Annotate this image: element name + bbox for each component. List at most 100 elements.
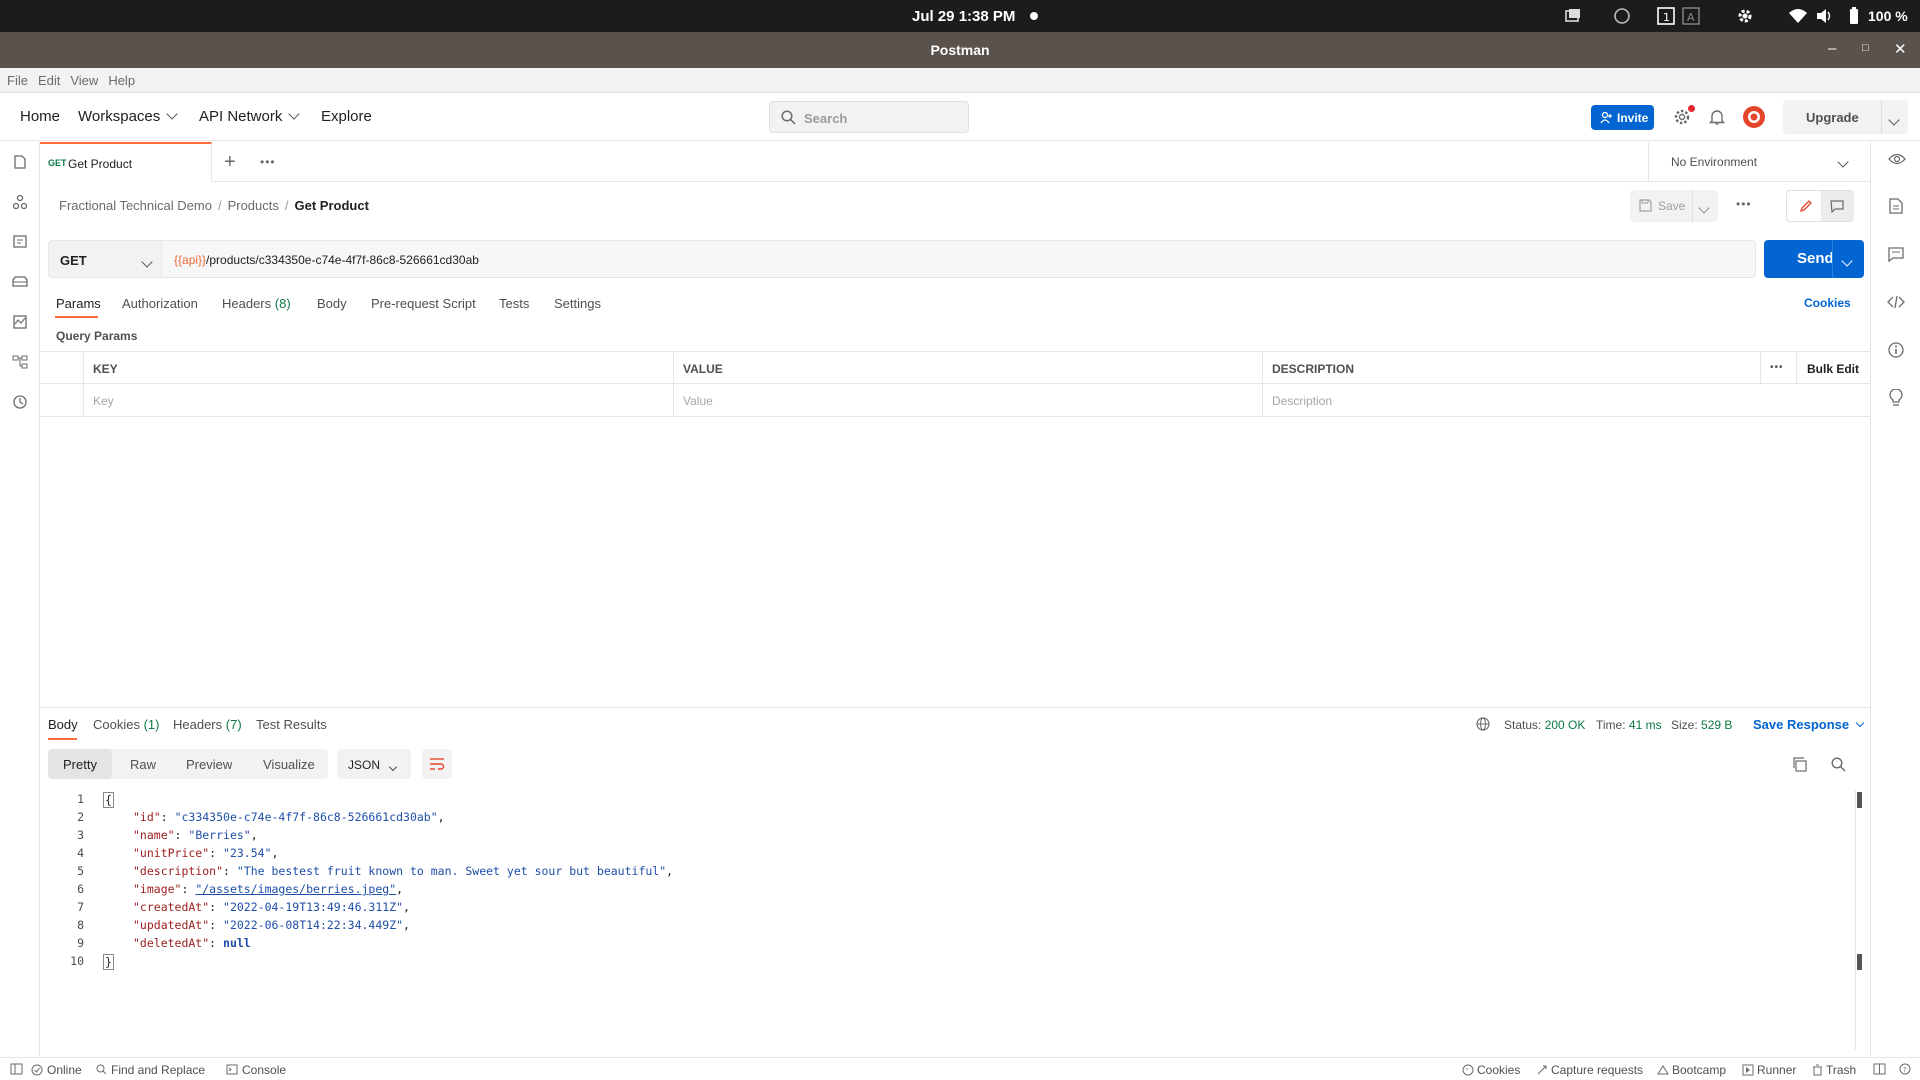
format-pretty[interactable]: Pretty xyxy=(63,749,97,779)
minimize-icon[interactable]: – xyxy=(1828,40,1836,57)
scrollbar-marker[interactable] xyxy=(1857,792,1862,808)
workspace-1-icon[interactable]: 1 xyxy=(1657,7,1675,25)
format-visualize[interactable]: Visualize xyxy=(263,749,315,779)
settings-gear-icon[interactable] xyxy=(1736,7,1754,25)
cookies-link[interactable]: Cookies xyxy=(1804,296,1851,310)
close-icon[interactable]: ✕ xyxy=(1894,40,1907,58)
avatar[interactable] xyxy=(1742,105,1766,129)
bootcamp[interactable]: Bootcamp xyxy=(1657,1063,1726,1077)
apis-icon[interactable] xyxy=(12,194,28,210)
runner[interactable]: Runner xyxy=(1742,1063,1796,1077)
response-tab-cookies[interactable]: Cookies (1) xyxy=(93,717,159,732)
invite-button[interactable]: Invite xyxy=(1591,105,1654,130)
history-icon[interactable] xyxy=(12,394,28,410)
upgrade-button[interactable]: Upgrade xyxy=(1783,100,1908,134)
breadcrumb-request[interactable]: Get Product xyxy=(295,198,369,213)
send-button[interactable]: Send xyxy=(1764,240,1864,278)
tab-headers[interactable]: Headers (8) xyxy=(222,296,291,311)
nav-workspaces[interactable]: Workspaces xyxy=(78,108,178,125)
capture-requests[interactable]: Capture requests xyxy=(1536,1063,1643,1077)
language-select[interactable]: JSON xyxy=(337,749,411,779)
comments-icon[interactable] xyxy=(1888,246,1904,262)
tab-prerequest-script[interactable]: Pre-request Script xyxy=(371,296,476,311)
environment-selector[interactable]: No Environment xyxy=(1648,142,1870,182)
save-response-button[interactable]: Save Response xyxy=(1753,717,1865,732)
wrap-lines-button[interactable] xyxy=(422,749,452,779)
window-switcher-icon[interactable] xyxy=(1564,7,1582,25)
find-replace[interactable]: Find and Replace xyxy=(96,1063,205,1077)
console[interactable]: Console xyxy=(226,1063,286,1077)
tab-settings[interactable]: Settings xyxy=(554,296,601,311)
edit-pencil-icon[interactable] xyxy=(1799,199,1813,213)
nav-explore[interactable]: Explore xyxy=(321,108,372,125)
more-tabs-icon[interactable]: ••• xyxy=(260,155,276,169)
mock-servers-icon[interactable] xyxy=(11,274,29,290)
search-icon[interactable] xyxy=(1831,757,1846,772)
method-select[interactable]: GET xyxy=(48,240,162,278)
response-status[interactable]: Status: 200 OK xyxy=(1504,718,1585,732)
maximize-icon[interactable]: □ xyxy=(1862,42,1869,54)
documentation-icon[interactable] xyxy=(1889,198,1903,214)
menu-view[interactable]: View xyxy=(70,73,98,88)
collections-icon[interactable] xyxy=(12,154,28,170)
globe-icon[interactable] xyxy=(1476,717,1490,731)
value-input[interactable]: Value xyxy=(674,384,1263,417)
menu-edit[interactable]: Edit xyxy=(38,73,60,88)
pane-divider[interactable] xyxy=(40,707,1870,708)
bulk-edit-button[interactable]: Bulk Edit xyxy=(1807,362,1859,376)
eye-icon[interactable] xyxy=(1888,152,1906,166)
flows-icon[interactable] xyxy=(12,354,28,370)
nav-home[interactable]: Home xyxy=(20,108,60,125)
breadcrumb-collection[interactable]: Fractional Technical Demo xyxy=(59,198,212,213)
key-input[interactable]: Key xyxy=(84,384,674,417)
chevron-down-icon[interactable] xyxy=(1888,114,1900,126)
wifi-icon[interactable] xyxy=(1788,7,1808,25)
description-input[interactable]: Description xyxy=(1263,384,1870,417)
search-input[interactable]: Search xyxy=(769,101,969,133)
format-raw[interactable]: Raw xyxy=(130,749,156,779)
layout-two-pane-icon[interactable] xyxy=(1873,1063,1886,1075)
keyboard-layout-icon[interactable]: A xyxy=(1682,7,1700,25)
tab-params[interactable]: Params xyxy=(56,296,101,311)
tab-authorization[interactable]: Authorization xyxy=(122,296,198,311)
save-button[interactable]: Save xyxy=(1630,190,1718,222)
chevron-down-icon[interactable] xyxy=(1698,202,1710,214)
sidebar-toggle-icon[interactable] xyxy=(10,1063,23,1075)
whatsapp-icon[interactable] xyxy=(1613,7,1631,25)
copy-icon[interactable] xyxy=(1792,757,1807,772)
tab-body[interactable]: Body xyxy=(317,296,347,311)
help-icon[interactable]: ? xyxy=(1899,1063,1911,1075)
lightbulb-icon[interactable] xyxy=(1888,389,1904,407)
chevron-down-icon[interactable] xyxy=(1841,255,1853,267)
info-icon[interactable] xyxy=(1888,342,1904,358)
menu-help[interactable]: Help xyxy=(108,73,135,88)
url-input[interactable]: {{api}}/products/c334350e-c74e-4f7f-86c8… xyxy=(162,240,1756,278)
trash[interactable]: Trash xyxy=(1812,1063,1856,1077)
response-body-editor[interactable]: 1 { 2 "id": "c334350e-c74e-4f7f-86c8-526… xyxy=(48,790,1848,970)
menu-file[interactable]: File xyxy=(7,73,28,88)
response-time[interactable]: Time: 41 ms xyxy=(1596,718,1662,732)
response-tab-test-results[interactable]: Test Results xyxy=(256,717,327,732)
json-link-value[interactable]: "/assets/images/berries.jpeg" xyxy=(195,882,396,896)
environments-icon[interactable] xyxy=(12,234,28,250)
cookies-footer[interactable]: Cookies xyxy=(1462,1063,1520,1077)
online-status[interactable]: Online xyxy=(31,1063,82,1077)
tab-get-product[interactable]: GET Get Product xyxy=(40,142,212,182)
response-tab-body[interactable]: Body xyxy=(48,717,78,732)
battery-icon[interactable] xyxy=(1848,7,1860,25)
tab-tests[interactable]: Tests xyxy=(499,296,529,311)
new-tab-plus-icon[interactable]: + xyxy=(224,151,236,174)
response-tab-headers[interactable]: Headers (7) xyxy=(173,717,242,732)
monitors-icon[interactable] xyxy=(12,314,28,330)
os-clock[interactable]: Jul 29 1:38 PM xyxy=(912,8,1015,25)
notification-bell-icon[interactable] xyxy=(1709,108,1725,126)
format-preview[interactable]: Preview xyxy=(186,749,232,779)
volume-icon[interactable] xyxy=(1815,7,1833,25)
code-icon[interactable] xyxy=(1887,295,1905,309)
column-options-icon[interactable]: ••• xyxy=(1770,362,1784,373)
breadcrumb-folder[interactable]: Products xyxy=(228,198,279,213)
response-size[interactable]: Size: 529 B xyxy=(1671,718,1732,732)
nav-api-network[interactable]: API Network xyxy=(199,108,301,125)
scrollbar-marker[interactable] xyxy=(1857,954,1862,970)
more-actions-icon[interactable]: ••• xyxy=(1736,197,1752,211)
